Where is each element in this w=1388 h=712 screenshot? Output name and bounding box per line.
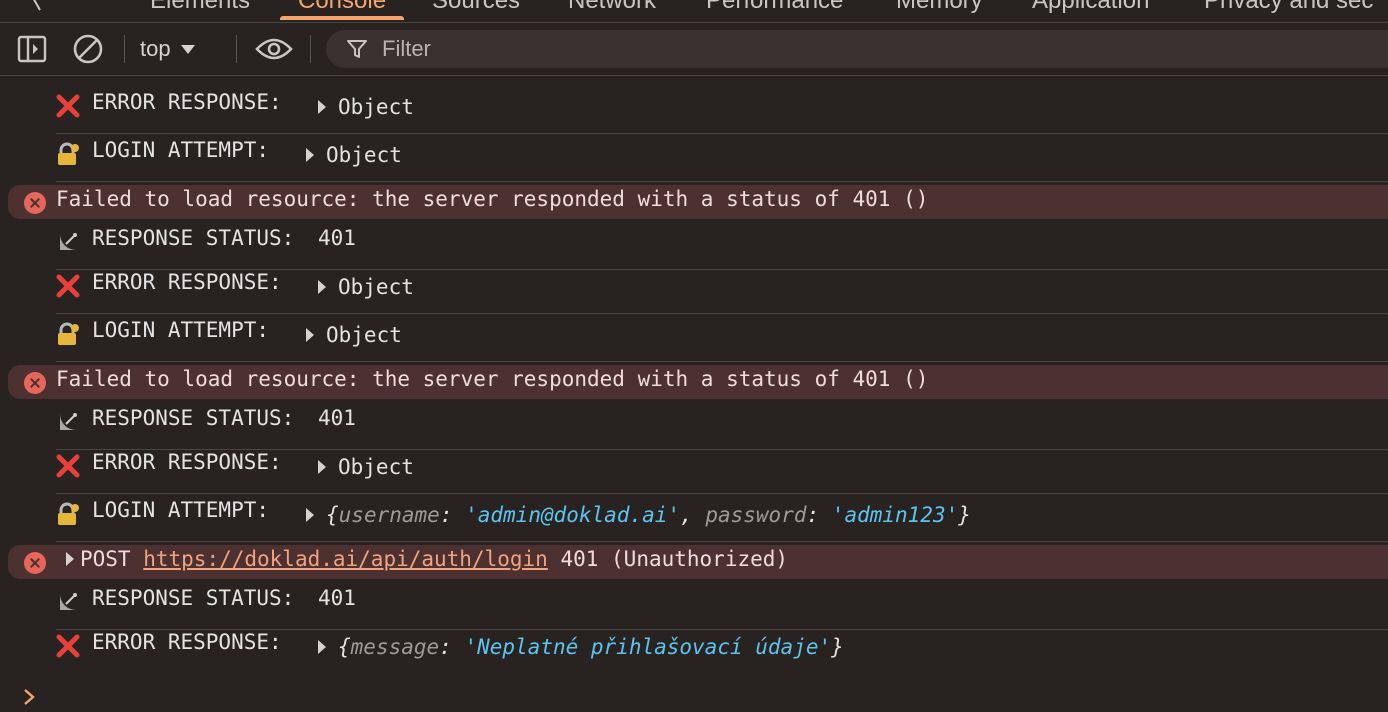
console-log-row: RESPONSE STATUS: 401 bbox=[0, 402, 1388, 450]
console-log-row: ERROR RESPONSE: Object bbox=[0, 446, 1388, 494]
cross-mark-icon bbox=[56, 94, 80, 118]
tab-elements[interactable]: Elements bbox=[132, 0, 268, 16]
log-label: ERROR RESPONSE: bbox=[92, 90, 282, 114]
object-key: username bbox=[338, 503, 440, 527]
console-log-row: RESPONSE STATUS: 401 bbox=[0, 222, 1388, 270]
tab-network[interactable]: Network bbox=[550, 0, 674, 16]
lock-with-key-icon bbox=[56, 142, 80, 166]
log-label: LOGIN ATTEMPT: bbox=[92, 498, 270, 522]
object-expander[interactable]: Object bbox=[306, 143, 402, 167]
expand-triangle-icon bbox=[306, 148, 314, 162]
chevron-down-icon bbox=[180, 44, 195, 54]
expand-triangle-icon bbox=[306, 328, 314, 342]
filter-input[interactable] bbox=[380, 35, 1284, 63]
tab-console[interactable]: Console bbox=[280, 0, 405, 20]
object-string-value: 'admin123' bbox=[831, 503, 959, 527]
object-preview: Object bbox=[326, 323, 402, 347]
object-preview: Object bbox=[338, 275, 414, 299]
object-expander[interactable]: Object bbox=[306, 323, 402, 347]
console-error-row: POST https://doklad.ai/api/auth/login 40… bbox=[8, 545, 1388, 579]
log-label: RESPONSE STATUS: bbox=[92, 406, 295, 430]
toolbar-divider bbox=[236, 35, 237, 63]
tab-privacy-and-security[interactable]: Privacy and sec bbox=[1186, 0, 1388, 16]
context-selector-value: top bbox=[140, 36, 171, 61]
tab-performance[interactable]: Performance bbox=[688, 0, 861, 16]
cross-mark-icon bbox=[56, 274, 80, 298]
error-circle-x-icon bbox=[24, 372, 46, 394]
object-preview: Object bbox=[338, 95, 414, 119]
expand-triangle-icon bbox=[318, 100, 326, 114]
http-status: 401 (Unauthorized) bbox=[560, 547, 789, 571]
expand-triangle-icon bbox=[66, 552, 74, 566]
expand-triangle-icon bbox=[306, 508, 314, 522]
toolbar-divider bbox=[310, 35, 311, 63]
object-expander[interactable]: Object bbox=[318, 275, 414, 299]
satellite-dish-icon bbox=[56, 410, 80, 434]
console-log-row: RESPONSE STATUS: 401 bbox=[0, 582, 1388, 630]
status-value: 401 bbox=[318, 586, 356, 610]
expand-triangle-icon bbox=[318, 280, 326, 294]
error-circle-x-icon bbox=[24, 192, 46, 214]
request-url-link[interactable]: https://doklad.ai/api/auth/login bbox=[143, 547, 548, 571]
context-selector[interactable]: top bbox=[140, 34, 195, 64]
object-string-value: 'admin@doklad.ai' bbox=[465, 503, 681, 527]
http-method: POST bbox=[80, 547, 131, 571]
object-string-value: 'Neplatné přihlašovací údaje' bbox=[464, 635, 832, 659]
network-error-message[interactable]: POST https://doklad.ai/api/auth/login 40… bbox=[66, 547, 788, 571]
clear-console-icon[interactable] bbox=[72, 33, 104, 65]
tab-memory[interactable]: Memory bbox=[878, 0, 1001, 16]
error-message: Failed to load resource: the server resp… bbox=[56, 367, 929, 391]
expand-triangle-icon bbox=[318, 460, 326, 474]
lock-with-key-icon bbox=[56, 322, 80, 346]
object-expander[interactable]: Object bbox=[318, 455, 414, 479]
log-label: ERROR RESPONSE: bbox=[92, 630, 282, 654]
toolbar-divider bbox=[124, 35, 125, 63]
log-label: ERROR RESPONSE: bbox=[92, 450, 282, 474]
live-expression-eye-icon[interactable] bbox=[254, 33, 294, 65]
inspect-element-icon[interactable] bbox=[18, 0, 44, 18]
status-value: 401 bbox=[318, 406, 356, 430]
log-label: LOGIN ATTEMPT: bbox=[92, 318, 270, 342]
console-log-row: ERROR RESPONSE: {message: 'Neplatné přih… bbox=[0, 626, 1388, 674]
expand-triangle-icon bbox=[318, 640, 326, 654]
object-expander[interactable]: {message: 'Neplatné přihlašovací údaje'} bbox=[318, 635, 844, 659]
log-label: LOGIN ATTEMPT: bbox=[92, 138, 270, 162]
lock-with-key-icon bbox=[56, 502, 80, 526]
log-label: RESPONSE STATUS: bbox=[92, 586, 295, 610]
console-log-row: LOGIN ATTEMPT: Object bbox=[0, 134, 1388, 182]
console-output: ERROR RESPONSE: Object LOGIN ATTEMPT: Ob… bbox=[0, 76, 1388, 708]
log-label: ERROR RESPONSE: bbox=[92, 270, 282, 294]
filter-funnel-icon bbox=[346, 38, 368, 60]
console-log-row: LOGIN ATTEMPT: Object bbox=[0, 314, 1388, 362]
log-label: RESPONSE STATUS: bbox=[92, 226, 295, 250]
tab-sources[interactable]: Sources bbox=[414, 0, 538, 16]
satellite-dish-icon bbox=[56, 230, 80, 254]
object-key: message bbox=[350, 635, 440, 659]
filter-input-container bbox=[326, 30, 1388, 68]
devtools-tab-bar: Elements Console Sources Network Perform… bbox=[0, 0, 1388, 23]
error-circle-x-icon bbox=[24, 552, 46, 574]
console-log-row: ERROR RESPONSE: Object bbox=[0, 86, 1388, 134]
device-toolbar-icon[interactable] bbox=[72, 0, 106, 18]
object-preview: Object bbox=[338, 455, 414, 479]
console-error-row: Failed to load resource: the server resp… bbox=[8, 185, 1388, 219]
object-expander[interactable]: {username: 'admin@doklad.ai', password: … bbox=[306, 503, 971, 527]
console-log-row: LOGIN ATTEMPT: {username: 'admin@doklad.… bbox=[0, 494, 1388, 542]
console-log-row: ERROR RESPONSE: Object bbox=[0, 266, 1388, 314]
tab-application[interactable]: Application bbox=[1014, 0, 1167, 16]
error-message: Failed to load resource: the server resp… bbox=[56, 187, 929, 211]
cross-mark-icon bbox=[56, 634, 80, 658]
console-toolbar: top bbox=[0, 23, 1388, 76]
satellite-dish-icon bbox=[56, 590, 80, 614]
console-error-row: Failed to load resource: the server resp… bbox=[8, 365, 1388, 399]
object-key: password bbox=[705, 503, 807, 527]
object-preview: Object bbox=[326, 143, 402, 167]
sidebar-toggle-icon[interactable] bbox=[16, 33, 48, 65]
object-expander[interactable]: Object bbox=[318, 95, 414, 119]
status-value: 401 bbox=[318, 226, 356, 250]
cross-mark-icon bbox=[56, 454, 80, 478]
